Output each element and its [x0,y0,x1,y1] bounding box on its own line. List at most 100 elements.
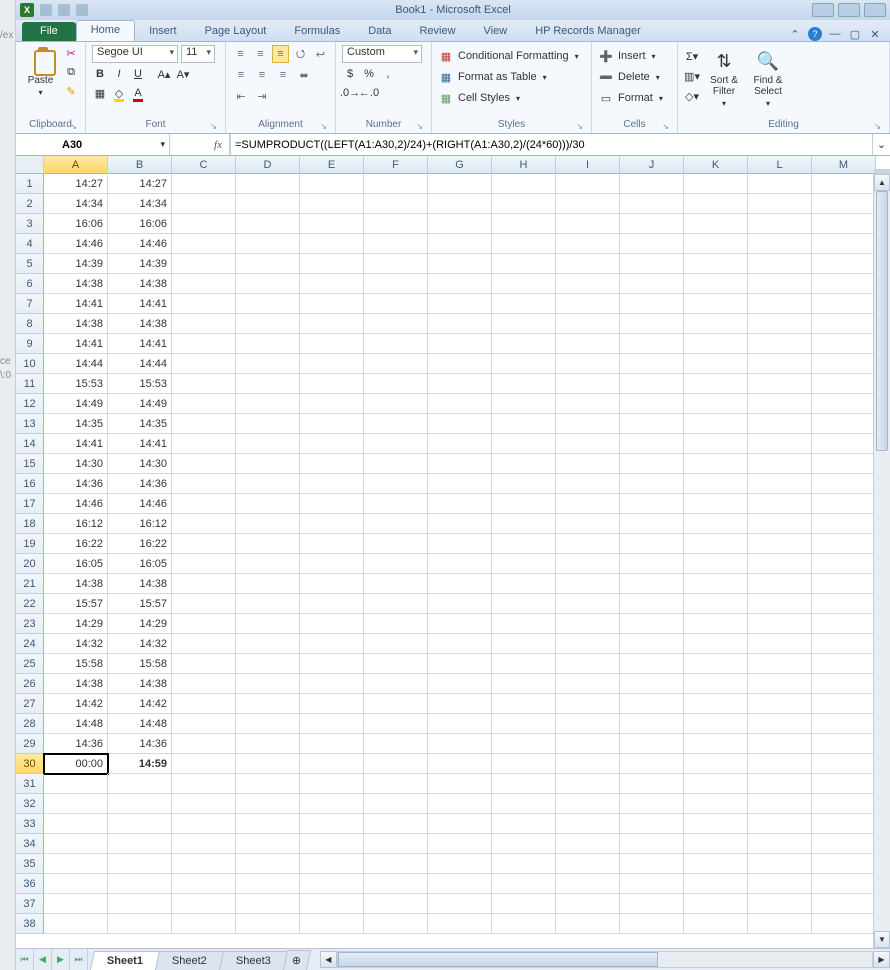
cell[interactable] [364,194,428,214]
cell[interactable] [684,654,748,674]
cell[interactable] [556,274,620,294]
row-header[interactable]: 8 [16,314,44,334]
delete-button[interactable]: ➖Delete [598,69,671,85]
cell[interactable] [172,894,236,914]
cell[interactable] [364,794,428,814]
cell[interactable] [684,354,748,374]
cell[interactable]: 14:36 [44,474,108,494]
cell[interactable] [684,174,748,194]
cell[interactable] [492,854,556,874]
cell[interactable] [300,374,364,394]
cell[interactable] [172,614,236,634]
cell[interactable] [684,914,748,934]
close-button[interactable] [864,3,886,17]
cell[interactable] [364,834,428,854]
cell[interactable] [364,774,428,794]
cell[interactable] [428,574,492,594]
cell[interactable] [364,354,428,374]
cell[interactable]: 14:41 [44,434,108,454]
cell[interactable] [812,194,876,214]
cell[interactable] [428,774,492,794]
cell[interactable] [492,654,556,674]
column-header[interactable]: H [492,156,556,174]
cell[interactable] [300,414,364,434]
cell[interactable] [428,914,492,934]
cell[interactable] [428,274,492,294]
cell[interactable] [364,714,428,734]
cell[interactable] [428,654,492,674]
cell[interactable] [684,754,748,774]
cell[interactable] [492,254,556,274]
cell[interactable]: 15:57 [108,594,172,614]
row-header[interactable]: 31 [16,774,44,794]
cell[interactable]: 14:41 [44,334,108,354]
cell[interactable] [748,174,812,194]
cell[interactable] [364,674,428,694]
row-header[interactable]: 4 [16,234,44,254]
cell[interactable] [620,374,684,394]
cell[interactable] [236,854,300,874]
row-header[interactable]: 26 [16,674,44,694]
cell[interactable] [556,654,620,674]
row-header[interactable]: 20 [16,554,44,574]
cell[interactable] [364,514,428,534]
cell[interactable] [748,614,812,634]
cell[interactable] [556,314,620,334]
cell[interactable] [44,894,108,914]
cell[interactable] [236,774,300,794]
cell[interactable] [812,774,876,794]
cell[interactable] [172,514,236,534]
cell[interactable] [748,234,812,254]
cell[interactable] [364,494,428,514]
cell[interactable] [620,394,684,414]
cell[interactable] [44,854,108,874]
cell[interactable] [620,754,684,774]
cell[interactable] [428,834,492,854]
row-header[interactable]: 1 [16,174,44,194]
cell[interactable] [492,494,556,514]
cell[interactable] [620,534,684,554]
cell[interactable] [748,774,812,794]
cell[interactable] [684,414,748,434]
cell[interactable] [364,894,428,914]
cell[interactable] [236,914,300,934]
cell[interactable] [556,594,620,614]
percent-icon[interactable]: % [361,66,377,82]
autosum-icon[interactable]: Σ▾ [684,48,700,64]
row-header[interactable]: 19 [16,534,44,554]
cell[interactable] [684,394,748,414]
cell[interactable] [300,894,364,914]
cell[interactable] [620,254,684,274]
restore-button[interactable] [838,3,860,17]
cell[interactable] [684,634,748,654]
cell[interactable] [300,274,364,294]
cell[interactable]: 14:44 [108,354,172,374]
cell[interactable] [236,694,300,714]
cell[interactable] [364,734,428,754]
cell[interactable]: 14:46 [44,494,108,514]
row-header[interactable]: 30 [16,754,44,774]
cell[interactable] [556,914,620,934]
cell[interactable]: 14:41 [108,334,172,354]
row-header[interactable]: 37 [16,894,44,914]
cell[interactable] [748,854,812,874]
cell[interactable] [492,234,556,254]
cell[interactable]: 14:48 [44,714,108,734]
cell[interactable] [556,694,620,714]
cell[interactable] [428,854,492,874]
row-header[interactable]: 33 [16,814,44,834]
cell[interactable]: 14:29 [108,614,172,634]
cell[interactable] [172,674,236,694]
cell[interactable] [172,474,236,494]
cell[interactable]: 15:53 [44,374,108,394]
cell[interactable] [236,814,300,834]
cell[interactable] [44,834,108,854]
cell[interactable] [236,454,300,474]
cell[interactable] [172,834,236,854]
cell[interactable]: 14:38 [108,314,172,334]
cell[interactable] [684,694,748,714]
select-all-corner[interactable] [16,156,44,174]
cell[interactable] [300,314,364,334]
cell[interactable] [108,774,172,794]
align-right-icon[interactable]: ≡ [274,66,292,84]
